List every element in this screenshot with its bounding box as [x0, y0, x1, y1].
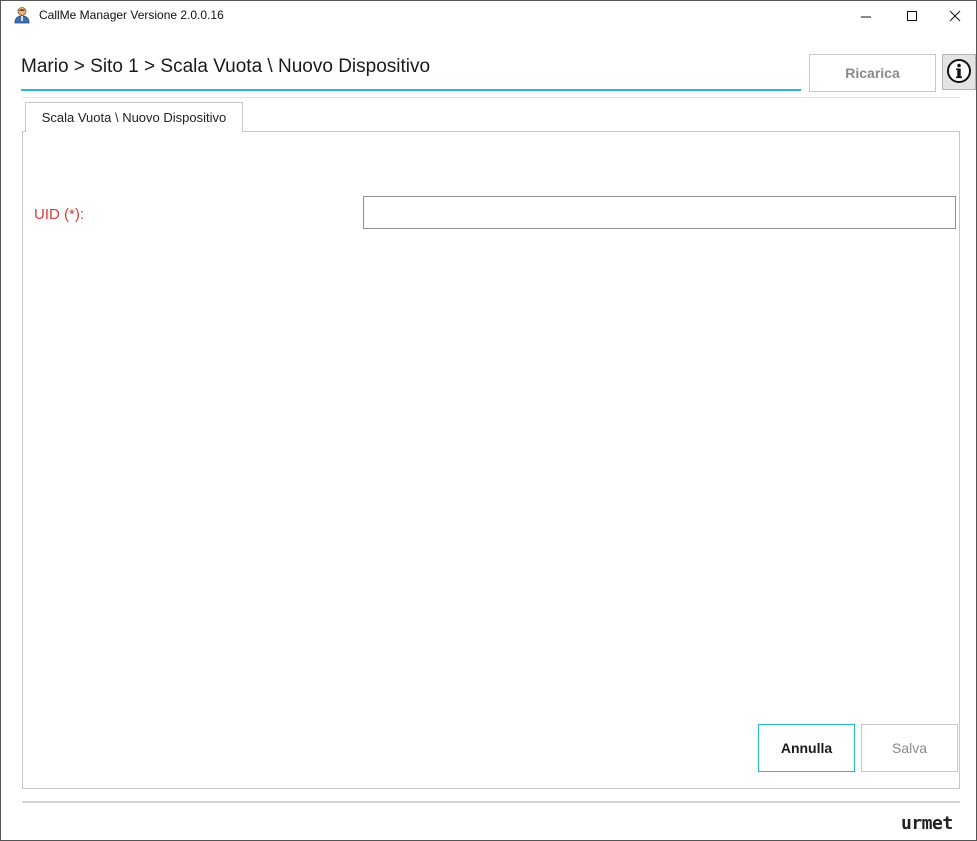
footer-divider: [22, 801, 960, 803]
info-icon: [946, 58, 972, 87]
maximize-button[interactable]: [889, 1, 935, 31]
minimize-icon: [860, 10, 872, 22]
form-panel: [22, 131, 960, 789]
breadcrumb-underline: [21, 89, 801, 91]
panel-top-divider: [22, 97, 960, 98]
title-bar[interactable]: CallMe Manager Versione 2.0.0.16: [1, 1, 976, 31]
tab-scala-vuota-nuovo-dispositivo[interactable]: Scala Vuota \ Nuovo Dispositivo: [25, 102, 243, 132]
reload-button[interactable]: Ricarica: [809, 54, 936, 92]
brand-logo: urmet: [901, 813, 953, 834]
uid-input[interactable]: [363, 196, 956, 229]
close-icon: [949, 10, 961, 22]
save-button[interactable]: Salva: [861, 724, 958, 772]
app-window: CallMe Manager Versione 2.0.0.16 Mario >…: [0, 0, 977, 841]
info-button[interactable]: [942, 54, 976, 90]
window-title: CallMe Manager Versione 2.0.0.16: [39, 8, 224, 22]
maximize-icon: [906, 10, 918, 22]
user-icon: [13, 6, 31, 24]
breadcrumb: Mario > Sito 1 > Scala Vuota \ Nuovo Dis…: [21, 56, 431, 77]
uid-label: UID (*):: [34, 206, 84, 223]
close-button[interactable]: [934, 1, 976, 31]
minimize-button[interactable]: [843, 1, 889, 31]
cancel-button[interactable]: Annulla: [758, 724, 855, 772]
